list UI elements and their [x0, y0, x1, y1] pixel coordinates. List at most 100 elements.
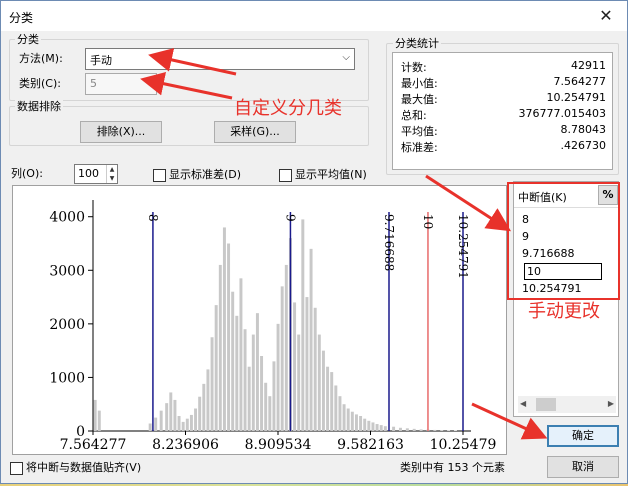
- histogram-bar: [227, 243, 231, 431]
- histogram-bar: [198, 396, 202, 431]
- stat-key: 平均值:: [401, 125, 438, 138]
- stat-row: 最大值: 10.254791: [401, 91, 606, 106]
- histogram-bar: [350, 411, 354, 431]
- method-select[interactable]: 手动 ⌵: [85, 48, 355, 70]
- histogram-chart[interactable]: 0 1000 2000 3000 4000 7.564277 8.236906 8.90953…: [12, 185, 507, 455]
- histogram-bar: [334, 385, 338, 431]
- histogram-bar: [177, 416, 181, 431]
- x-tick-label: 8.236906: [152, 437, 219, 453]
- histogram-bar: [251, 334, 255, 431]
- exclusion-legend: 数据排除: [15, 100, 63, 113]
- count-prefix: 类别中有: [400, 461, 444, 474]
- cancel-button[interactable]: 取消: [547, 456, 619, 478]
- histogram-bar: [272, 361, 276, 431]
- x-tick-label: 10.25479: [430, 437, 497, 453]
- columns-spinner[interactable]: 100 ▲ ▼: [74, 164, 118, 184]
- histogram-bar: [412, 428, 416, 431]
- histogram-bar: [264, 382, 268, 431]
- histogram-bar: [392, 426, 396, 431]
- columns-label: 列(O):: [11, 167, 43, 180]
- histogram-bar: [326, 366, 330, 431]
- histogram-bar: [317, 334, 321, 431]
- y-tick-label: 1000: [49, 370, 85, 386]
- element-count: 类别中有 153 个元素: [400, 461, 505, 475]
- histogram-bar: [338, 396, 342, 431]
- histogram-bar: [218, 264, 222, 431]
- break-line-label: 8: [146, 214, 160, 222]
- y-tick-label: 3000: [49, 263, 85, 279]
- classes-field[interactable]: 5: [85, 73, 157, 95]
- histogram-bar: [247, 366, 251, 431]
- histogram-bar: [346, 408, 350, 431]
- scroll-left-icon[interactable]: ◀: [520, 399, 526, 408]
- scroll-thumb[interactable]: [536, 398, 556, 411]
- histogram-bar: [189, 414, 193, 431]
- histogram-bar: [305, 297, 309, 431]
- histogram-bar: [222, 227, 226, 431]
- stat-key: 最小值:: [401, 77, 438, 90]
- stat-row: 平均值: 8.78043: [401, 123, 606, 138]
- histogram-bar: [330, 372, 334, 431]
- y-tick-label: 4000: [49, 210, 85, 226]
- histogram-bar: [260, 356, 264, 431]
- stat-value: 8.78043: [560, 123, 607, 136]
- histogram-bar: [268, 396, 272, 431]
- histogram-bar: [97, 410, 101, 431]
- stat-row: 最小值: 7.564277: [401, 75, 606, 90]
- histogram-bar: [354, 414, 358, 431]
- histogram-bar: [363, 418, 367, 431]
- histogram-bar: [398, 427, 402, 431]
- stat-value: 10.254791: [546, 91, 607, 104]
- histogram-bar: [214, 305, 218, 431]
- histogram-bar: [173, 399, 177, 431]
- histogram-bar: [280, 286, 284, 431]
- method-label: 方法(M):: [19, 52, 63, 65]
- sample-button[interactable]: 采样(G)...: [214, 121, 296, 143]
- snap-checkbox[interactable]: [10, 462, 23, 475]
- classes-label: 类别(C):: [19, 77, 61, 90]
- count-value: 153: [447, 461, 469, 474]
- snap-label: 将中断与数据值贴齐(V): [26, 461, 142, 474]
- stat-key: 最大值:: [401, 93, 438, 106]
- histogram-svg[interactable]: 010002000300040007.564277 8.236906 8.90953…: [13, 186, 506, 454]
- classification-legend: 分类: [15, 33, 41, 46]
- stat-value: .426730: [560, 139, 607, 152]
- annotation-manual-change: 手动更改: [528, 301, 600, 322]
- histogram-bar: [321, 350, 325, 431]
- histogram-bar: [297, 334, 301, 431]
- histogram-bar: [202, 383, 206, 431]
- histogram-bar: [453, 430, 457, 431]
- stat-key: 总和:: [401, 109, 427, 122]
- show-mean-checkbox[interactable]: [279, 169, 292, 182]
- spinner-arrows-icon[interactable]: ▲ ▼: [106, 165, 117, 183]
- histogram-bar: [165, 403, 169, 431]
- break-line-label: 9: [283, 214, 297, 222]
- histogram-bar: [194, 408, 198, 431]
- histogram-bar: [359, 416, 363, 431]
- ok-button[interactable]: 确定: [547, 425, 619, 447]
- histogram-bar: [210, 337, 214, 431]
- x-tick-label: 7.564277: [60, 437, 127, 453]
- scroll-right-icon[interactable]: ▶: [608, 399, 614, 408]
- break-line-label: 10.254791: [456, 214, 470, 279]
- window-title: 分类: [9, 11, 34, 25]
- histogram-bar: [185, 418, 189, 431]
- histogram-bar: [367, 420, 371, 431]
- histogram-bar: [301, 219, 305, 431]
- histogram-bar: [255, 313, 259, 431]
- histogram-bar: [419, 429, 423, 431]
- stat-key: 计数:: [401, 61, 427, 74]
- show-std-label: 显示标准差(D): [169, 168, 242, 181]
- histogram-bar: [235, 315, 239, 431]
- exclude-button[interactable]: 排除(X)...: [80, 121, 162, 143]
- stats-legend: 分类统计: [393, 37, 441, 50]
- histogram-bar: [206, 369, 210, 431]
- histogram-bar: [231, 291, 235, 431]
- show-std-checkbox[interactable]: [153, 169, 166, 182]
- break-values-scrollbar[interactable]: ◀ ▶: [518, 396, 616, 413]
- histogram-bar: [148, 423, 152, 431]
- stat-value: 376777.015403: [518, 107, 606, 120]
- close-icon[interactable]: ✕: [595, 5, 617, 27]
- stat-key: 标准差:: [401, 141, 438, 154]
- histogram-bar: [342, 404, 346, 431]
